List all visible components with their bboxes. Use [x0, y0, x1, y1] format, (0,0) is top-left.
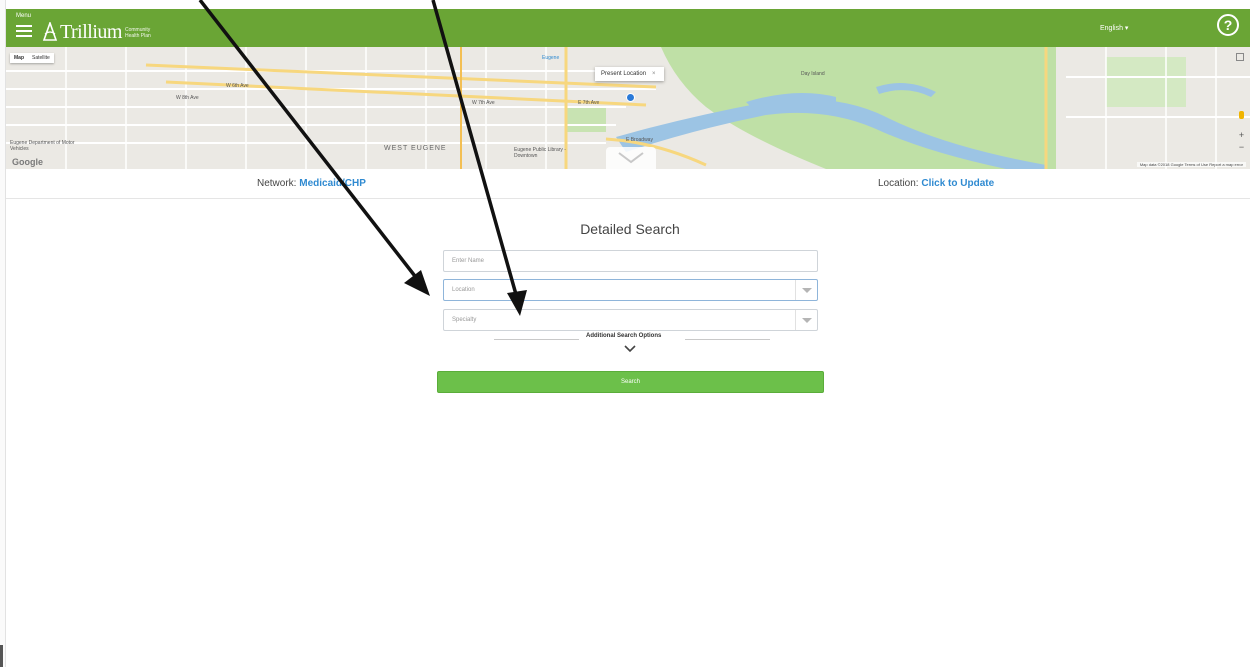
location-info: Location: Click to Update — [878, 178, 994, 189]
specialty-placeholder: Specialty — [452, 317, 477, 323]
zoom-in-button[interactable]: + — [1237, 131, 1246, 140]
trillium-logo[interactable]: Trillium Community Health Plan — [42, 16, 153, 42]
map-label-dmv: Eugene Department of Motor Vehicles — [10, 140, 75, 152]
map-attribution[interactable]: Map data ©2018 Google Terms of Use Repor… — [1136, 162, 1246, 167]
language-selector[interactable]: English ▾ — [1100, 24, 1128, 32]
network-info: Network: Medicaid/CHP — [257, 178, 366, 189]
map-collapse-tab[interactable] — [606, 147, 656, 169]
map-type-map[interactable]: Map — [10, 53, 28, 63]
help-icon[interactable]: ? — [1217, 14, 1239, 36]
caret-down-icon — [802, 318, 812, 323]
map-type-control: Map Satellite — [10, 53, 54, 63]
close-icon[interactable]: × — [652, 71, 656, 77]
location-placeholder: Location — [452, 287, 475, 293]
location-marker-icon[interactable] — [626, 93, 635, 102]
pegman-icon[interactable] — [1239, 111, 1244, 119]
menu-button[interactable]: Menu — [16, 13, 34, 43]
location-dropdown-toggle[interactable] — [795, 280, 817, 300]
map-panel[interactable]: Map Satellite Eugene W 6th Ave W 7th Ave… — [6, 47, 1250, 169]
logo-subtitle: Community Health Plan — [124, 27, 151, 39]
map-label-e7th: E 7th Ave — [578, 100, 600, 106]
location-select[interactable]: Location — [443, 279, 818, 301]
caret-down-icon — [802, 288, 812, 293]
network-location-bar: Network: Medicaid/CHP Location: Click to… — [6, 169, 1250, 199]
location-link[interactable]: Click to Update — [921, 178, 994, 189]
search-button[interactable]: Search — [437, 371, 824, 393]
hamburger-icon[interactable] — [16, 25, 32, 40]
map-label-eugene: Eugene — [542, 55, 560, 61]
map-label-w7th: W 7th Ave — [472, 100, 495, 106]
map-label-west-eugene: WEST EUGENE — [384, 145, 447, 152]
present-location-infowindow: Present Location × — [595, 67, 664, 81]
map-label-library: Eugene Public Library - Downtown — [514, 147, 566, 159]
name-placeholder: Enter Name — [452, 258, 485, 264]
zoom-out-button[interactable]: − — [1237, 143, 1246, 152]
specialty-select[interactable]: Specialty — [443, 309, 818, 331]
divider-left — [494, 339, 579, 340]
edge-marker — [0, 645, 3, 667]
google-logo: Google — [12, 157, 43, 167]
specialty-dropdown-toggle[interactable] — [795, 310, 817, 330]
map-label-w8th: W 8th Ave — [176, 95, 199, 101]
additional-options-label[interactable]: Additional Search Options — [586, 333, 661, 339]
map-label-e-broadway: E Broadway — [626, 137, 653, 143]
network-link[interactable]: Medicaid/CHP — [299, 178, 366, 189]
trillium-leaf-icon — [42, 22, 58, 41]
map-label-day-island: Day Island — [801, 71, 825, 77]
name-input[interactable]: Enter Name — [443, 250, 818, 272]
present-location-text: Present Location — [601, 71, 647, 77]
fullscreen-icon[interactable] — [1236, 53, 1244, 61]
divider-right — [685, 339, 770, 340]
map-type-satellite[interactable]: Satellite — [28, 53, 54, 63]
annotation-arrowhead-1 — [404, 270, 430, 296]
network-label: Network: — [257, 178, 297, 189]
app-window: Menu Trillium Community Health Plan Engl… — [0, 0, 1250, 667]
additional-search-options[interactable]: Additional Search Options — [494, 333, 770, 345]
logo-name: Trillium — [60, 21, 122, 43]
map-label-w6th: W 6th Ave — [226, 83, 249, 89]
top-navigation-bar: Menu Trillium Community Health Plan Engl… — [6, 9, 1250, 47]
chevron-down-icon[interactable] — [624, 345, 636, 353]
menu-label: Menu — [16, 13, 32, 19]
chevron-down-icon — [618, 152, 644, 164]
location-label: Location: — [878, 178, 919, 189]
page-title: Detailed Search — [580, 221, 680, 237]
